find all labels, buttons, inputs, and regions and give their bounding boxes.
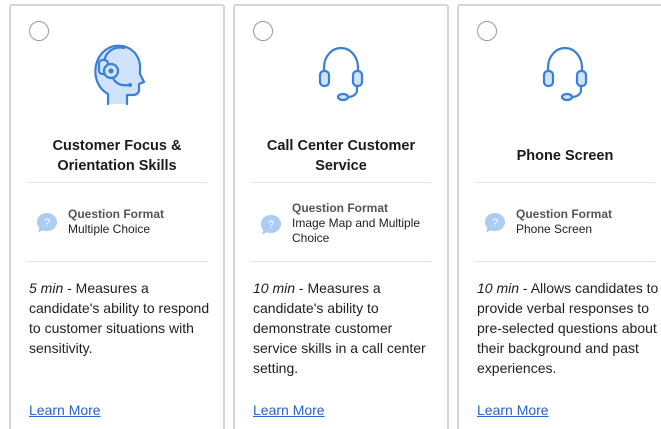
divider [251,261,431,262]
question-bubble-icon: ? [37,213,57,233]
headset-icon [235,38,447,108]
card-description: 10 min - Allows candidates to provide ve… [477,278,661,378]
learn-more-link[interactable]: Learn More [29,402,101,418]
duration: 10 min [477,280,520,296]
svg-text:?: ? [44,217,50,229]
card-description: 10 min - Measures a candidate's ability … [253,278,437,378]
card-description: 5 min - Measures a candidate's ability t… [29,278,213,358]
divider [475,261,655,262]
card-title: Call Center Customer Service [266,138,416,174]
question-bubble-icon: ? [485,213,505,233]
question-format-label: Question Format [68,207,165,221]
assessment-card-phone-screen[interactable]: Phone Screen ? Question Format Phone Scr… [457,4,661,429]
headset-icon [459,38,661,108]
learn-more-link[interactable]: Learn More [477,402,549,418]
divider [251,182,431,183]
duration: 10 min [253,280,296,296]
question-format-label: Question Format [516,207,613,221]
question-format-value: Multiple Choice [68,222,151,236]
assessment-card-call-center[interactable]: Call Center Customer Service ? Question … [233,4,449,429]
divider [27,261,207,262]
learn-more-link[interactable]: Learn More [253,402,325,418]
divider [475,182,655,183]
question-format-value: Image Map and Multiple Choice [292,215,421,245]
svg-text:?: ? [268,219,274,231]
question-format: ? Question Format Multiple Choice [35,197,213,249]
card-title: Customer Focus & Orientation Skills [52,138,182,174]
assessment-card-list: Customer Focus & Orientation Skills ? Qu… [0,0,661,429]
question-format: ? Question Format Image Map and Multiple… [259,197,437,249]
duration: 5 min [29,280,64,296]
customer-profile-headset-icon [11,38,223,108]
svg-text:?: ? [492,217,498,229]
question-format-label: Question Format [292,200,389,215]
question-format: ? Question Format Phone Screen [483,197,661,249]
question-format-value: Phone Screen [516,222,593,236]
question-bubble-icon: ? [261,215,281,235]
card-title: Phone Screen [516,148,614,164]
assessment-card-customer-focus[interactable]: Customer Focus & Orientation Skills ? Qu… [9,4,225,429]
divider [27,182,207,183]
